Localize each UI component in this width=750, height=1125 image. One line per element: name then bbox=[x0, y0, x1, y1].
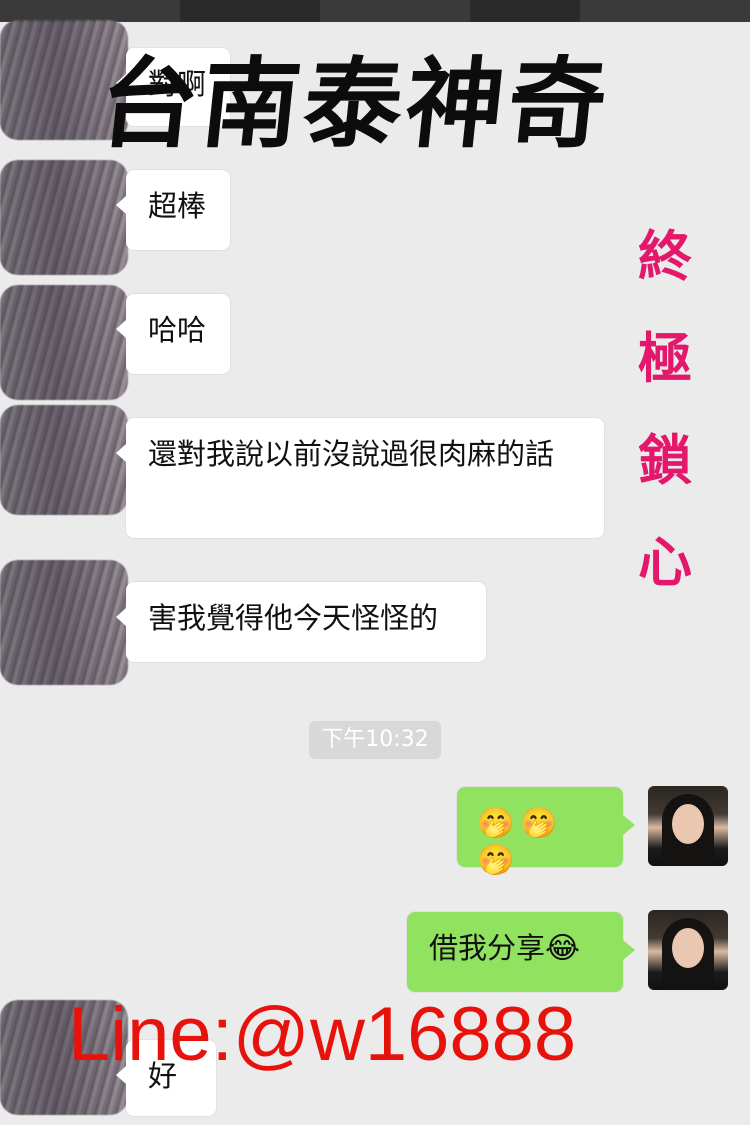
contact-avatar[interactable] bbox=[0, 560, 128, 685]
overlay-title: 台南泰神奇 bbox=[94, 47, 617, 162]
message-text: 還對我說以前沒說過很肉麻的話 bbox=[148, 437, 555, 471]
slogan-char: 鎖 bbox=[638, 428, 692, 492]
my-avatar[interactable] bbox=[648, 786, 728, 866]
message-text: 超棒 bbox=[148, 189, 207, 223]
status-bar bbox=[0, 0, 750, 22]
message-text: 害我覺得他今天怪怪的 bbox=[148, 601, 439, 635]
message-bubble-outgoing[interactable]: 借我分享😂 bbox=[407, 912, 635, 992]
message-bubble-incoming[interactable]: 哈哈 bbox=[116, 294, 230, 374]
message-bubble-incoming[interactable]: 害我覺得他今天怪怪的 bbox=[116, 582, 486, 662]
message-bubble-outgoing[interactable]: 🤭 🤭🤭 bbox=[457, 787, 635, 878]
contact-avatar[interactable] bbox=[0, 160, 128, 275]
contact-avatar[interactable] bbox=[0, 285, 128, 400]
slogan-char: 心 bbox=[638, 530, 692, 594]
message-text: 哈哈 bbox=[148, 313, 207, 347]
slogan-char: 終 bbox=[638, 224, 692, 288]
face-hand-over-mouth-icon: 🤭 bbox=[477, 806, 515, 841]
face-hand-over-mouth-icon: 🤭 bbox=[477, 843, 515, 878]
my-avatar[interactable] bbox=[648, 910, 728, 990]
message-text: 借我分享 bbox=[429, 931, 546, 965]
slogan-char: 極 bbox=[638, 326, 692, 390]
face-hand-over-mouth-icon: 🤭 bbox=[520, 806, 558, 841]
contact-avatar[interactable] bbox=[0, 405, 128, 515]
overlay-contact-id: Line:@w16888 bbox=[68, 992, 577, 1077]
message-bubble-incoming[interactable]: 超棒 bbox=[116, 170, 230, 250]
overlay-vertical-slogan: 終 極 鎖 心 bbox=[630, 205, 700, 613]
message-bubble-incoming[interactable]: 還對我說以前沒說過很肉麻的話 bbox=[116, 418, 604, 538]
message-timestamp: 下午10:32 bbox=[309, 721, 441, 759]
face-with-tears-of-joy-icon: 😂 bbox=[545, 931, 581, 966]
